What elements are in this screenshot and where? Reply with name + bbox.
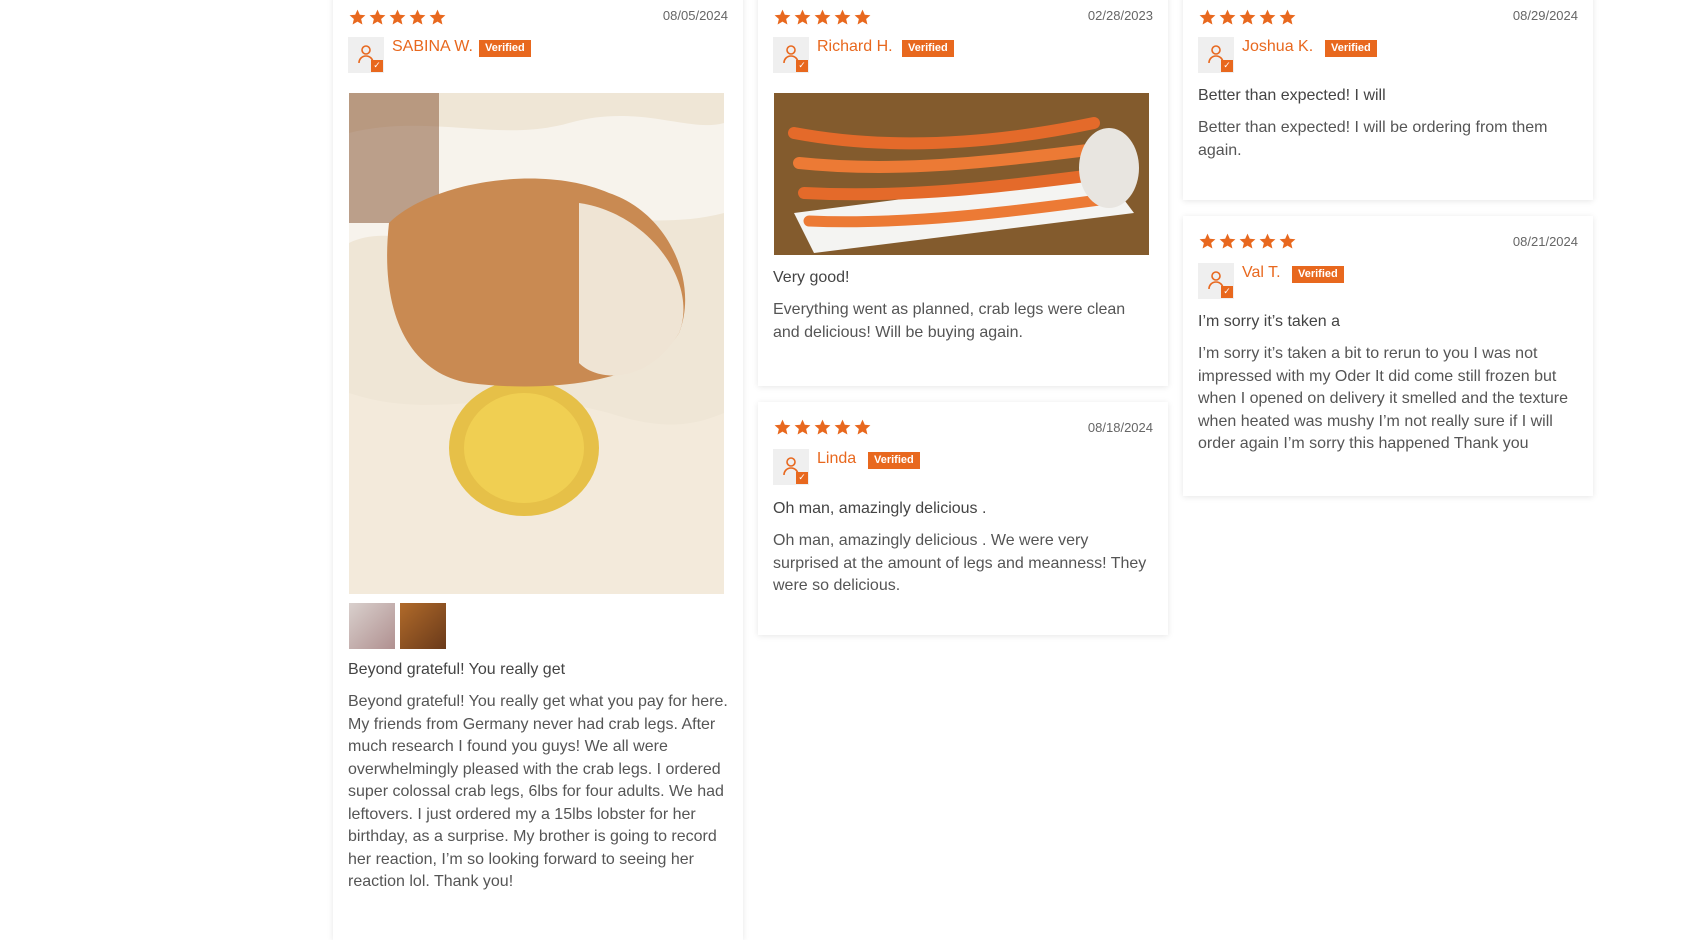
star-icon <box>1279 233 1296 249</box>
star-rating <box>773 8 872 27</box>
review-card: 08/18/2024 ✓ Linda Verified Oh man, amaz… <box>758 402 1168 635</box>
review-body: Everything went as planned, crab legs we… <box>773 301 1126 341</box>
review-body: Beyond grateful! You really get what you… <box>348 693 728 890</box>
verified-badge: Verified <box>479 40 531 57</box>
check-icon: ✓ <box>1221 60 1233 72</box>
review-body: Better than expected! I will be ordering… <box>1198 119 1548 159</box>
star-icon <box>1259 233 1276 249</box>
star-icon <box>1279 9 1296 25</box>
star-icon <box>429 9 446 25</box>
star-icon <box>1199 233 1216 249</box>
verified-badge: Verified <box>1292 266 1344 283</box>
star-icon <box>1259 9 1276 25</box>
review-title: I’m sorry it’s taken a <box>1198 313 1340 330</box>
star-icon <box>794 419 811 435</box>
review-date: 08/21/2024 <box>1512 234 1578 249</box>
check-icon: ✓ <box>796 60 808 72</box>
check-icon: ✓ <box>796 472 808 484</box>
reviewer-name[interactable]: Linda <box>817 450 856 468</box>
review-card: 08/05/2024 ✓ SABINA W. Verified Beyond g… <box>333 0 743 940</box>
star-icon <box>854 419 871 435</box>
star-rating <box>1198 8 1297 27</box>
review-title: Oh man, amazingly delicious . <box>773 500 987 517</box>
reviewer-name[interactable]: Richard H. <box>817 38 893 56</box>
review-body: I’m sorry it’s taken a bit to rerun to y… <box>1198 345 1569 452</box>
avatar: ✓ <box>1198 263 1234 299</box>
review-thumbnail[interactable] <box>349 603 395 649</box>
star-icon <box>814 419 831 435</box>
star-icon <box>854 9 871 25</box>
star-icon <box>349 9 366 25</box>
check-icon: ✓ <box>1221 286 1233 298</box>
star-icon <box>1239 9 1256 25</box>
star-icon <box>1219 9 1236 25</box>
star-icon <box>409 9 426 25</box>
star-rating <box>773 418 872 437</box>
reviewer-name[interactable]: SABINA W. <box>392 38 473 56</box>
avatar: ✓ <box>1198 37 1234 73</box>
review-card: 08/29/2024 ✓ Joshua K. Verified Better t… <box>1183 0 1593 200</box>
star-icon <box>834 9 851 25</box>
star-icon <box>1239 233 1256 249</box>
verified-badge: Verified <box>902 40 954 57</box>
star-icon <box>774 419 791 435</box>
star-rating <box>348 8 447 27</box>
star-icon <box>389 9 406 25</box>
review-date: 08/29/2024 <box>1512 8 1578 23</box>
verified-badge: Verified <box>1325 40 1377 57</box>
avatar: ✓ <box>773 37 809 73</box>
review-thumbnail[interactable] <box>400 603 446 649</box>
avatar: ✓ <box>773 449 809 485</box>
star-icon <box>1219 233 1236 249</box>
review-card: 02/28/2023 ✓ Richard H. Verified Very go… <box>758 0 1168 386</box>
review-photo[interactable] <box>774 93 1149 255</box>
avatar: ✓ <box>348 37 384 73</box>
verified-badge: Verified <box>868 452 920 469</box>
review-date: 08/05/2024 <box>662 8 728 23</box>
review-title: Better than expected! I will <box>1198 87 1386 104</box>
review-date: 02/28/2023 <box>1087 8 1153 23</box>
star-icon <box>774 9 791 25</box>
star-icon <box>1199 9 1216 25</box>
reviewer-name[interactable]: Val T. <box>1242 264 1281 282</box>
star-icon <box>814 9 831 25</box>
star-icon <box>794 9 811 25</box>
review-title: Very good! <box>773 269 850 286</box>
review-photo[interactable] <box>349 93 724 594</box>
review-card: 08/21/2024 ✓ Val T. Verified I’m sorry i… <box>1183 216 1593 496</box>
review-body: Oh man, amazingly delicious . We were ve… <box>773 532 1147 594</box>
review-title: Beyond grateful! You really get <box>348 661 566 678</box>
star-icon <box>369 9 386 25</box>
star-rating <box>1198 232 1297 251</box>
review-date: 08/18/2024 <box>1087 420 1153 435</box>
reviewer-name[interactable]: Joshua K. <box>1242 38 1313 56</box>
star-icon <box>834 419 851 435</box>
check-icon: ✓ <box>371 60 383 72</box>
